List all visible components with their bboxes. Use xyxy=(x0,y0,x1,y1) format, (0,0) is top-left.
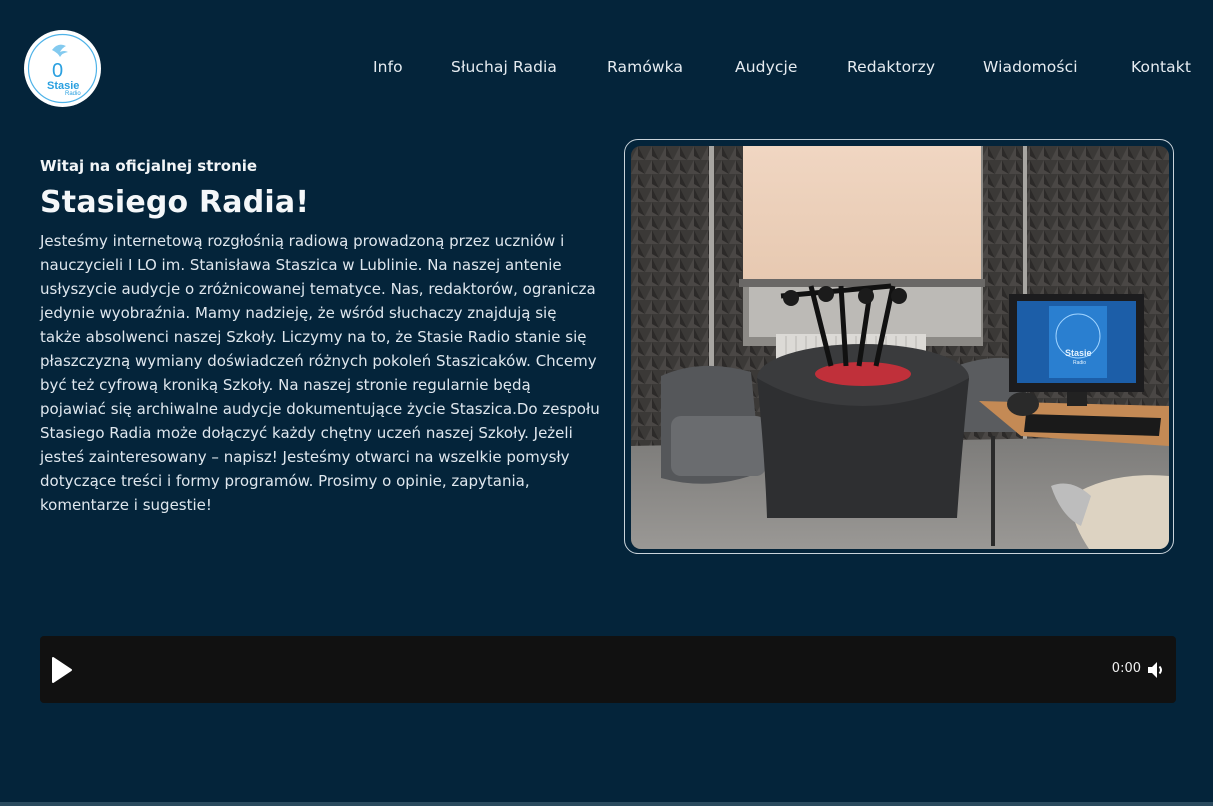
nav-redaktorzy[interactable]: Redaktorzy xyxy=(847,58,935,76)
nav-ramowka[interactable]: Ramówka xyxy=(607,58,683,76)
intro-paragraph: Jesteśmy internetową rozgłośnią radiową … xyxy=(40,232,600,514)
play-button[interactable] xyxy=(50,656,76,684)
main-nav: Info Słuchaj Radia Ramówka Audycje Redak… xyxy=(0,58,1213,80)
audio-player: 0:00 xyxy=(40,636,1176,703)
volume-button[interactable] xyxy=(1146,660,1166,680)
nav-info[interactable]: Info xyxy=(373,58,403,76)
screen-logo-sub: Radio xyxy=(1073,360,1086,366)
page-title: Stasiego Radia! xyxy=(40,185,310,220)
screen-logo-name: Stasie xyxy=(1065,348,1092,358)
studio-photo: Stasie Radio xyxy=(631,146,1169,549)
logo-sub: Radio xyxy=(65,91,81,97)
nav-sluchaj-radia[interactable]: Słuchaj Radia xyxy=(451,58,557,76)
nav-audycje[interactable]: Audycje xyxy=(735,58,798,76)
nav-wiadomosci[interactable]: Wiadomości xyxy=(983,58,1078,76)
play-icon xyxy=(52,657,72,683)
nav-kontakt[interactable]: Kontakt xyxy=(1131,58,1191,76)
volume-icon xyxy=(1148,662,1162,678)
studio-photo-frame: Stasie Radio xyxy=(624,139,1174,554)
time-display: 0:00 xyxy=(1111,661,1141,676)
intro-kicker: Witaj na oficjalnej stronie xyxy=(40,157,258,175)
footer-divider xyxy=(0,802,1213,806)
